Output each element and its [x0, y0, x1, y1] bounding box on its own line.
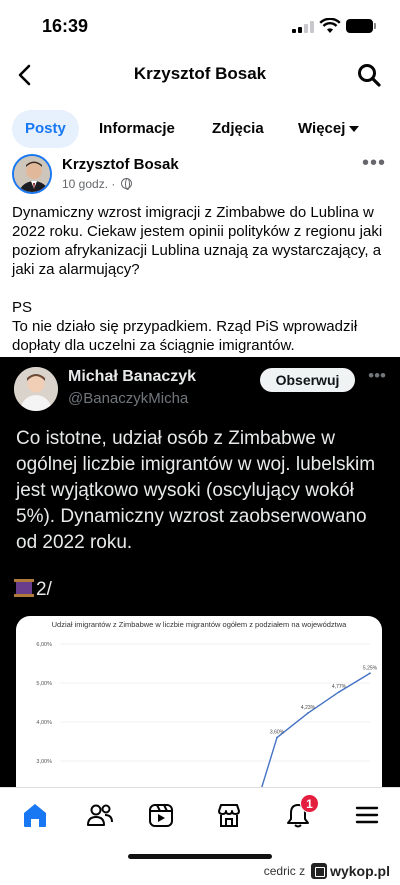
post-meta: 10 godz. · [62, 177, 132, 191]
avatar[interactable] [12, 154, 52, 194]
tweet-avatar [14, 367, 58, 411]
y-tick-label: 3,00% [36, 759, 52, 765]
thread-number: 2/ [36, 579, 52, 600]
y-tick-label: 4,00% [36, 720, 52, 726]
menu-icon[interactable] [352, 800, 382, 830]
tab-informacje[interactable]: Informacje [99, 110, 175, 148]
data-label: 4,23% [301, 705, 316, 711]
chart-card: 6,00%5,00%4,00%3,00%2,00%1,00%0,08%0,08%… [16, 616, 382, 787]
tweet-text: Co istotne, udział osób z Zimbabwe w ogó… [16, 428, 376, 553]
data-label: 3,60% [270, 730, 285, 736]
data-label: 5,25% [363, 665, 378, 671]
post-header: Krzysztof Bosak 10 godz. · ••• [0, 152, 400, 196]
signal-icon [292, 21, 316, 33]
globe-icon [120, 178, 132, 190]
post-ps-label: PS [12, 299, 33, 316]
more-options-icon[interactable]: ••• [362, 152, 386, 175]
battery-icon [346, 19, 376, 33]
data-label: 4,77% [332, 684, 347, 690]
status-bar: 16:39 [0, 0, 400, 50]
tweet-thread-marker: 2/ [14, 579, 52, 601]
post-author[interactable]: Krzysztof Bosak [62, 156, 179, 173]
post-paragraph: Dynamiczny wzrost imigracji z Zimbabwe d… [12, 204, 383, 278]
watermark-site: wykop.pl [330, 863, 390, 879]
wifi-icon [319, 18, 341, 33]
series-line [261, 672, 371, 787]
wykop-logo-icon [311, 863, 328, 879]
watermark-user: cedric z [263, 864, 306, 878]
watermark: cedric z wykop.pl [264, 863, 390, 879]
tweet-avatar-photo [14, 367, 58, 411]
y-tick-label: 6,00% [36, 642, 52, 648]
tweet-more-icon: ••• [368, 366, 386, 385]
profile-tabs: Posty Informacje Zdjęcia Więcej [0, 110, 400, 148]
data-point [307, 712, 309, 714]
status-time: 16:39 [42, 16, 89, 36]
post-ps-text: To nie działo się przypadkiem. Rząd PiS … [12, 318, 358, 354]
post-body: Dynamiczny wzrost imigracji z Zimbabwe d… [12, 203, 390, 355]
chart-title: Udział imigrantów z Zimbabwe w liczbie m… [51, 620, 347, 629]
y-tick-label: 5,00% [36, 681, 52, 687]
tab-wiecej[interactable]: Więcej [298, 110, 360, 148]
home-indicator [128, 854, 272, 859]
data-point [369, 672, 371, 675]
friends-icon[interactable] [85, 800, 115, 830]
follow-button: Obserwuj [260, 368, 355, 392]
tab-wiecej-label: Więcej [298, 120, 346, 137]
thread-spool-icon [14, 579, 34, 597]
notification-badge: 1 [300, 794, 319, 813]
chevron-down-icon [349, 126, 360, 133]
line-chart: 6,00%5,00%4,00%3,00%2,00%1,00%0,08%0,08%… [36, 642, 378, 787]
tab-zdjecia[interactable]: Zdjęcia [212, 110, 264, 148]
tweet-author-name: Michał Banaczyk [68, 368, 197, 385]
data-point [276, 736, 278, 739]
post-time: 10 godz. · [62, 177, 119, 191]
tab-posty[interactable]: Posty [12, 110, 79, 148]
home-icon[interactable] [20, 800, 50, 830]
shared-tweet-image[interactable]: Michał Banaczyk @BanaczykMicha Obserwuj … [0, 357, 400, 787]
data-point [338, 691, 340, 693]
page-title: Krzysztof Bosak [133, 64, 267, 83]
bottom-navigation: 1 [0, 787, 400, 841]
search-icon[interactable] [356, 62, 382, 88]
video-icon[interactable] [146, 800, 176, 830]
marketplace-icon[interactable] [214, 800, 244, 830]
tweet-author-handle: @BanaczykMicha [68, 390, 189, 407]
avatar-photo [14, 156, 50, 192]
top-navigation: Krzysztof Bosak [0, 55, 400, 95]
